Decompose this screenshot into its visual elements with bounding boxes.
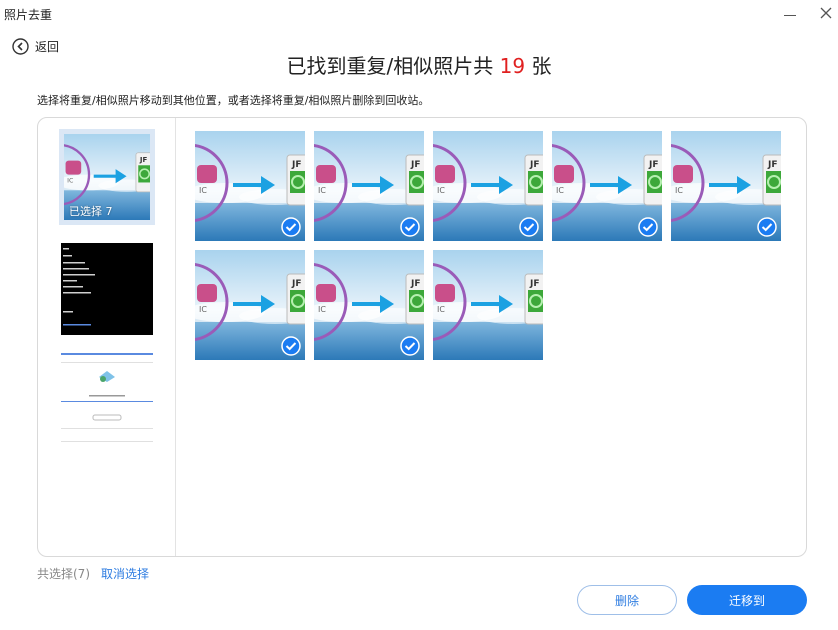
photo-item[interactable] xyxy=(433,250,543,360)
group-thumb-3[interactable] xyxy=(59,353,155,449)
photo-item[interactable] xyxy=(552,131,662,241)
group-3-image xyxy=(61,353,153,445)
close-icon[interactable] xyxy=(816,3,836,23)
checkmark-icon[interactable] xyxy=(281,336,301,356)
page-title: 已找到重复/相似照片共 19 张 xyxy=(0,50,838,79)
title-bar: 照片去重 xyxy=(0,0,838,30)
title-prefix: 已找到重复/相似照片共 xyxy=(286,54,500,78)
checkmark-icon[interactable] xyxy=(519,217,539,237)
photo-item[interactable] xyxy=(195,250,305,360)
photo-item[interactable] xyxy=(314,131,424,241)
group-selected-badge: 已选择 7 xyxy=(69,205,113,218)
group-list[interactable]: 已选择 7 xyxy=(38,118,176,556)
duplicate-count: 19 xyxy=(499,54,526,78)
instruction-text: 选择将重复/相似照片移动到其他位置，或者选择将重复/相似照片删除到回收站。 xyxy=(37,94,430,107)
checkmark-icon[interactable] xyxy=(400,217,420,237)
selection-count: 共选择(7) xyxy=(37,567,90,581)
minimize-icon[interactable] xyxy=(780,3,800,23)
cancel-selection-link[interactable]: 取消选择 xyxy=(101,565,149,582)
checkmark-icon[interactable] xyxy=(281,217,301,237)
photo-item[interactable] xyxy=(433,131,543,241)
group-thumb-2[interactable] xyxy=(59,243,155,339)
group-thumb-1[interactable]: 已选择 7 xyxy=(38,129,158,225)
checkmark-icon[interactable] xyxy=(400,336,420,356)
move-to-button[interactable]: 迁移到 xyxy=(687,585,807,615)
title-suffix: 张 xyxy=(525,54,552,78)
photo-item[interactable] xyxy=(314,250,424,360)
photo-item[interactable] xyxy=(671,131,781,241)
photo-image xyxy=(433,250,543,360)
photo-item[interactable] xyxy=(195,131,305,241)
delete-button[interactable]: 删除 xyxy=(577,585,677,615)
checkmark-icon[interactable] xyxy=(757,217,777,237)
results-panel: 已选择 7 xyxy=(37,117,807,557)
app-title: 照片去重 xyxy=(4,8,53,22)
checkmark-icon[interactable] xyxy=(638,217,658,237)
group-2-image xyxy=(61,243,153,335)
